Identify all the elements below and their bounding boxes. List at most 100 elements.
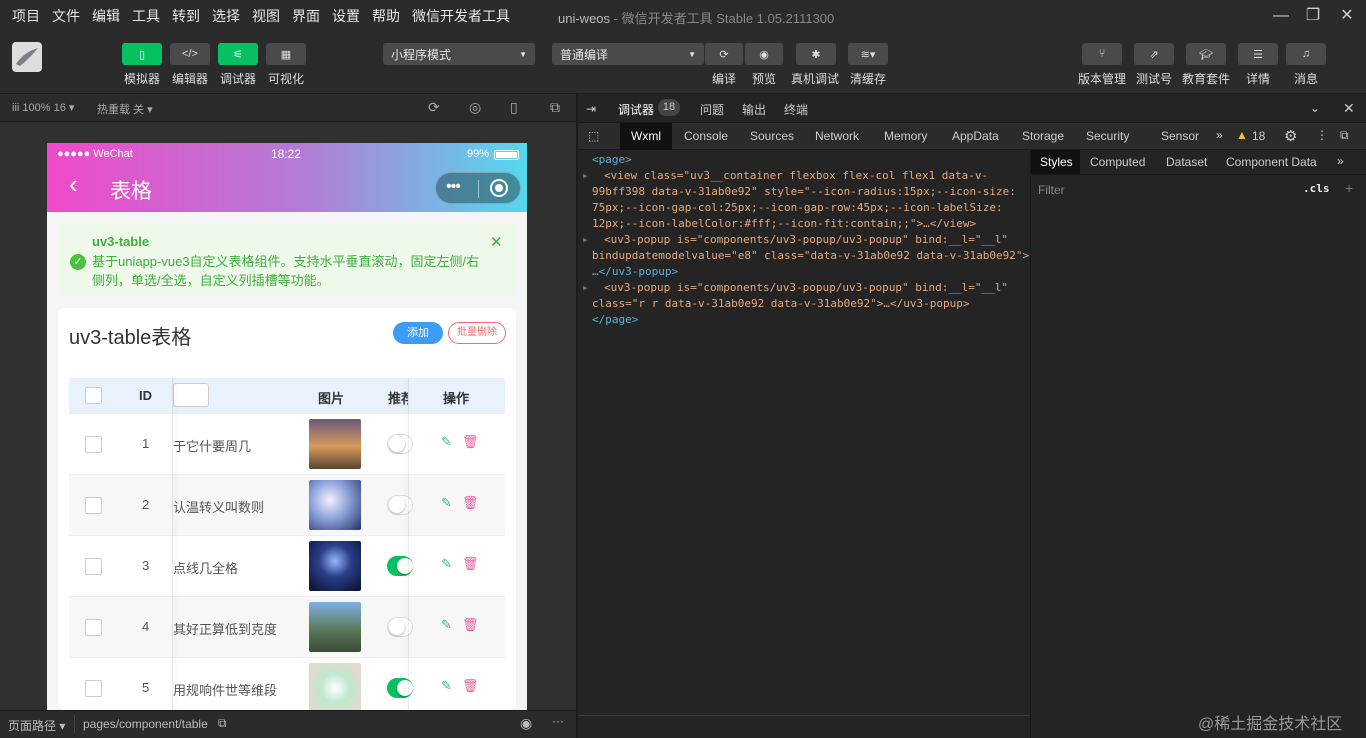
test-account-button[interactable]: ⇗ — [1134, 43, 1174, 65]
tab-styles[interactable]: Styles — [1040, 155, 1073, 169]
tab-debugger[interactable]: 调试器 — [618, 101, 654, 118]
tab-dataset[interactable]: Dataset — [1166, 155, 1207, 169]
edu-button[interactable]: 🎓︎ — [1186, 43, 1226, 65]
tab-computed[interactable]: Computed — [1090, 155, 1145, 169]
filter-input[interactable]: Filter — [1038, 183, 1065, 197]
tab-appdata[interactable]: AppData — [952, 129, 999, 143]
preview-button[interactable]: ◉ — [745, 43, 783, 65]
trash-icon[interactable]: 🗑︎ — [462, 434, 479, 450]
code-page-open[interactable]: <page> — [592, 153, 632, 166]
header-title-input[interactable] — [173, 383, 209, 407]
tab-component-data[interactable]: Component Data — [1226, 155, 1317, 169]
compile-select[interactable]: 普通编译 ▼ — [552, 43, 704, 65]
version-button[interactable]: ⑂ — [1082, 43, 1122, 65]
plus-icon[interactable]: + — [1345, 180, 1353, 196]
copy-icon[interactable]: ⧉ — [218, 716, 227, 731]
select-all-checkbox[interactable] — [85, 387, 102, 404]
row-checkbox[interactable] — [85, 558, 102, 575]
gear-icon[interactable]: ⚙ — [1284, 127, 1297, 145]
back-arrow-icon[interactable]: ‹ — [69, 171, 78, 197]
warning-count[interactable]: 18 — [1252, 129, 1265, 143]
tab-terminal[interactable]: 终端 — [784, 101, 808, 118]
menu-interface[interactable]: 界面 — [286, 6, 326, 26]
recommend-toggle[interactable] — [387, 556, 413, 576]
edit-icon[interactable]: ✎ — [441, 556, 452, 572]
edit-icon[interactable]: ✎ — [441, 678, 452, 694]
add-button[interactable]: 添加 — [393, 322, 443, 344]
editor-button[interactable]: </> — [170, 43, 210, 65]
device-select[interactable]: iii 100% 16 ▾ — [12, 101, 74, 114]
dock-side-icon[interactable]: ⧉ — [1340, 128, 1349, 143]
tab-sensor[interactable]: Sensor — [1161, 129, 1199, 143]
row-checkbox[interactable] — [85, 497, 102, 514]
inspect-icon[interactable]: ⬚ — [588, 129, 599, 143]
tab-console[interactable]: Console — [684, 129, 728, 143]
kebab-icon[interactable]: ⋮ — [1316, 128, 1328, 142]
recommend-toggle[interactable] — [387, 678, 413, 698]
menu-view[interactable]: 视图 — [246, 6, 286, 26]
edit-icon[interactable]: ✎ — [441, 495, 452, 511]
capsule-menu[interactable]: ••• — [435, 172, 521, 204]
debugger-button[interactable]: ⚟ — [218, 43, 258, 65]
page-path-select[interactable]: 页面路径 ▾ — [8, 717, 65, 734]
row-checkbox[interactable] — [85, 619, 102, 636]
edit-icon[interactable]: ✎ — [441, 434, 452, 450]
minimize-icon[interactable]: — — [1266, 4, 1296, 28]
mode-select[interactable]: 小程序模式 ▼ — [383, 43, 535, 65]
hot-reload-select[interactable]: 热重载 关 ▾ — [97, 101, 153, 117]
eye-icon[interactable]: ◉ — [520, 715, 532, 732]
compile-button[interactable]: ⟳ — [705, 43, 743, 65]
remote-debug-button[interactable]: ✱ — [796, 43, 836, 65]
stop-icon[interactable]: ◎ — [469, 99, 481, 116]
more-icon[interactable]: ··· — [552, 714, 564, 728]
code-popup1-line-1[interactable]: <uv3-popup is="components/uv3-popup/uv3-… — [604, 233, 1008, 246]
more-tabs-icon[interactable]: » — [1216, 128, 1223, 142]
recommend-toggle[interactable] — [387, 495, 413, 515]
close-icon[interactable]: ✕ — [1332, 4, 1362, 28]
batch-delete-button[interactable]: 批量删除 — [448, 322, 506, 344]
tab-storage[interactable]: Storage — [1022, 129, 1064, 143]
row-checkbox[interactable] — [85, 680, 102, 697]
close-icon[interactable]: ✕ — [490, 233, 503, 251]
row-checkbox[interactable] — [85, 436, 102, 453]
menu-help[interactable]: 帮助 — [366, 6, 406, 26]
chevron-down-icon[interactable]: ⌄ — [1310, 101, 1320, 115]
recommend-toggle[interactable] — [387, 617, 413, 637]
tab-sources[interactable]: Sources — [750, 129, 794, 143]
trash-icon[interactable]: 🗑︎ — [462, 495, 479, 511]
refresh-icon[interactable]: ⟳ — [428, 99, 440, 116]
visual-button[interactable]: ▦ — [266, 43, 306, 65]
close-mini-icon[interactable] — [490, 179, 508, 197]
close-panel-icon[interactable]: ✕ — [1343, 100, 1355, 117]
recommend-toggle[interactable] — [387, 434, 413, 454]
phone-icon[interactable]: ▯ — [510, 99, 518, 116]
tab-network[interactable]: Network — [815, 129, 859, 143]
dock-icon[interactable]: ⇥ — [586, 102, 596, 116]
menu-edit[interactable]: 编辑 — [86, 6, 126, 26]
simulator-button[interactable]: ▯ — [122, 43, 162, 65]
project-avatar[interactable] — [12, 42, 42, 72]
menu-tools[interactable]: 工具 — [126, 6, 166, 26]
detail-button[interactable]: ☰ — [1238, 43, 1278, 65]
trash-icon[interactable]: 🗑︎ — [462, 617, 479, 633]
menu-file[interactable]: 文件 — [46, 6, 86, 26]
message-button[interactable]: ♫ — [1286, 43, 1326, 65]
tab-security[interactable]: Security — [1086, 129, 1129, 143]
trash-icon[interactable]: 🗑︎ — [462, 678, 479, 694]
window-icon[interactable]: ⧉ — [550, 99, 560, 116]
trash-icon[interactable]: 🗑︎ — [462, 556, 479, 572]
tab-wxml[interactable]: Wxml — [631, 129, 661, 143]
menu-select[interactable]: 选择 — [206, 6, 246, 26]
code-popup2-line-1[interactable]: <uv3-popup is="components/uv3-popup/uv3-… — [604, 281, 1008, 294]
menu-goto[interactable]: 转到 — [166, 6, 206, 26]
menu-settings[interactable]: 设置 — [326, 6, 366, 26]
more-dots-icon[interactable]: ••• — [446, 178, 461, 196]
tab-issues[interactable]: 问题 — [700, 101, 724, 118]
expand-triangle-icon[interactable]: ▸ — [582, 233, 589, 246]
cls-button[interactable]: .cls — [1303, 182, 1330, 195]
clear-cache-button[interactable]: ≋▾ — [848, 43, 888, 65]
maximize-icon[interactable]: ❐ — [1298, 4, 1328, 28]
tab-memory[interactable]: Memory — [884, 129, 927, 143]
code-page-close[interactable]: </page> — [592, 313, 638, 326]
tab-output[interactable]: 输出 — [742, 101, 766, 118]
